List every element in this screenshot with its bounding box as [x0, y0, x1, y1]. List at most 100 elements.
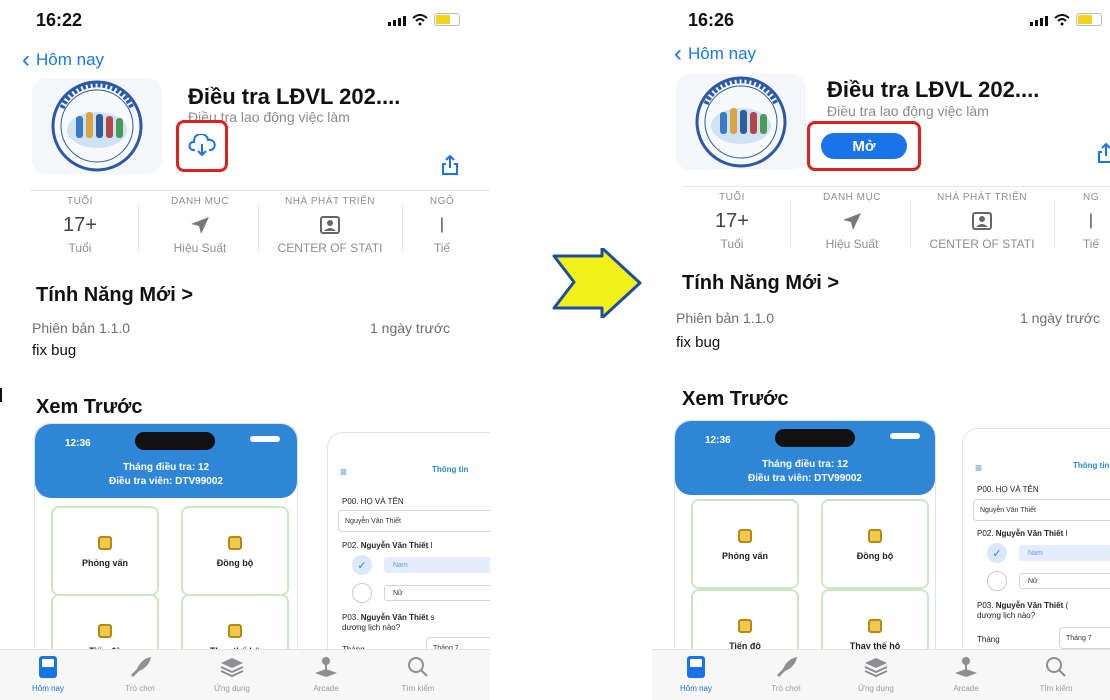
release-notes: fix bug	[676, 334, 721, 351]
sync-icon	[868, 529, 882, 543]
app-store-page-after: 16:26 ‹ Hôm nay Điều tra LĐVL 202.... Đi…	[652, 0, 1110, 700]
divider	[30, 190, 490, 191]
share-icon[interactable]	[1096, 142, 1110, 164]
option-male: Nam	[1019, 545, 1110, 561]
preview-header-line1: Tháng điều tra: 12	[761, 459, 849, 470]
tab-apps[interactable]: Ứng dụng	[836, 654, 916, 693]
age-title: TUỔI	[67, 196, 93, 207]
app-name: Điều tra LĐVL 202....	[188, 84, 401, 109]
question-p02: P02. Nguyễn Văn Thiết l	[977, 529, 1067, 538]
tile-sync: Đồng bộ	[821, 499, 929, 589]
replace-icon	[868, 619, 882, 633]
q-prefix: P02.	[342, 541, 361, 550]
preview-screenshot-1[interactable]: 12:36 Tháng điều tra: 12 Điều tra viên: …	[674, 420, 936, 662]
question-p03-line2: dương lịch nào?	[977, 611, 1036, 620]
back-button[interactable]: ‹ Hôm nay	[674, 40, 756, 67]
joystick-icon	[926, 654, 1006, 680]
question-p00: P00. HỌ VÀ TÊN	[977, 485, 1039, 494]
divider	[138, 204, 139, 252]
today-icon	[8, 654, 88, 680]
chevron-left-icon: ‹	[674, 40, 682, 67]
back-button[interactable]: ‹ Hôm nay	[22, 46, 105, 73]
tab-today[interactable]: Hôm nay	[8, 654, 88, 693]
developer-sub: CENTER OF STATI	[929, 237, 1035, 251]
open-button[interactable]: Mở	[821, 133, 907, 159]
wifi-icon	[1054, 14, 1070, 26]
tab-bar: Hôm nay Trò chơi Ứng dụng Arcade Tìm kiế…	[652, 649, 1110, 700]
tab-arcade[interactable]: Arcade	[286, 654, 366, 693]
tab-arcade[interactable]: Arcade	[926, 654, 1006, 693]
question-p03: P03. Nguyễn Văn Thiết (	[977, 601, 1068, 610]
tile-interview: Phỏng vấn	[51, 506, 159, 596]
tile-sync: Đồng bộ	[181, 506, 289, 596]
navigation-arrow-icon	[802, 209, 902, 233]
rocket-icon	[746, 654, 826, 680]
tab-label: Tìm kiếm	[401, 684, 435, 693]
tab-label: Hôm nay	[31, 684, 64, 693]
app-store-page-before: 16:22 ‹ Hôm nay Điều tra LĐVL 202.... Đi…	[0, 0, 490, 700]
divider	[1054, 200, 1055, 248]
check-icon: ✓	[987, 543, 1007, 563]
preview-title: Xem Trước	[682, 388, 789, 410]
status-bar: 16:22	[0, 0, 490, 36]
preview-status-icons	[250, 436, 280, 442]
tab-search[interactable]: Tìm kiếm	[378, 654, 458, 693]
whats-new-title[interactable]: Tính Năng Mới >	[36, 284, 193, 307]
divider	[682, 186, 1110, 187]
app-icon	[32, 78, 162, 174]
tab-label: Ứng dụng	[214, 684, 250, 693]
tile-label: Đồng bộ	[856, 551, 894, 561]
month-label: Tháng	[977, 635, 1000, 644]
tab-search[interactable]: Tìm kiếm	[1016, 654, 1096, 693]
preview-screenshot-1[interactable]: 12:36 Tháng điều tra: 12 Điều tra viên: …	[34, 423, 298, 665]
language-title: NG	[1083, 192, 1099, 203]
share-icon[interactable]	[440, 154, 460, 176]
question-p03: P03. Nguyễn Văn Thiết s	[342, 613, 434, 622]
tab-label: Trò chơi	[125, 684, 155, 693]
q-name: Nguyễn Văn Thiết	[995, 529, 1064, 538]
tab-today[interactable]: Hôm nay	[656, 654, 736, 693]
progress-icon	[98, 624, 112, 638]
preview-screenshot-2[interactable]: ≡ Thông tin P00. HỌ VÀ TÊN Nguyễn Văn Th…	[962, 428, 1110, 662]
category: DANH MỤC Hiệu Suất	[150, 196, 250, 255]
interview-icon	[738, 529, 752, 543]
divider	[790, 200, 791, 248]
download-button-highlight[interactable]	[176, 120, 228, 172]
preview-clock: 12:36	[705, 435, 731, 446]
release-time: 1 ngày trước	[1020, 310, 1101, 326]
q-suffix: (	[1063, 601, 1069, 610]
option-female: Nữ	[384, 585, 490, 601]
chevron-left-icon: ‹	[22, 46, 30, 73]
name-field: Nguyễn Văn Thiết	[338, 510, 490, 532]
tab-apps[interactable]: Ứng dụng	[192, 654, 272, 693]
preview-header-line2: Điều tra viên: DTV99002	[109, 476, 223, 487]
preview-title: Xem Trước	[36, 396, 143, 418]
question-p02: P02. Nguyễn Văn Thiết l	[342, 541, 432, 550]
app-subtitle: Điều tra lao động việc làm	[827, 103, 989, 119]
question-p03-line2: dương lịch nào?	[342, 623, 401, 632]
age-value: 17+	[63, 213, 97, 236]
preview-screenshot-2[interactable]: ≡ Thông tin P00. HỌ VÀ TÊN Nguyễn Văn Th…	[327, 432, 490, 666]
q-name: Nguyễn Văn Thiết	[995, 601, 1064, 610]
preview-header-line2: Điều tra viên: DTV99002	[748, 473, 862, 484]
divider	[910, 200, 911, 248]
divider	[258, 204, 259, 252]
preview-notch	[135, 432, 215, 450]
navigation-arrow-icon	[150, 213, 250, 237]
q-name: Nguyễn Văn Thiết	[360, 541, 429, 550]
status-time: 16:26	[688, 10, 735, 30]
name-field: Nguyễn Văn Thiết	[973, 499, 1110, 521]
signal-icon	[388, 16, 406, 26]
replace-icon	[228, 624, 242, 638]
check-icon: ✓	[352, 555, 372, 575]
preview-header-line1: Tháng điều tra: 12	[122, 462, 210, 473]
progress-icon	[738, 619, 752, 633]
whats-new-title[interactable]: Tính Năng Mới >	[682, 272, 839, 295]
tab-label: Tìm kiếm	[1039, 684, 1073, 693]
tab-games[interactable]: Trò chơi	[100, 654, 180, 693]
search-icon	[1016, 654, 1096, 680]
language-sub: Tiế	[433, 241, 451, 255]
back-label: Hôm nay	[36, 50, 105, 69]
tab-games[interactable]: Trò chơi	[746, 654, 826, 693]
app-icon	[676, 74, 806, 170]
